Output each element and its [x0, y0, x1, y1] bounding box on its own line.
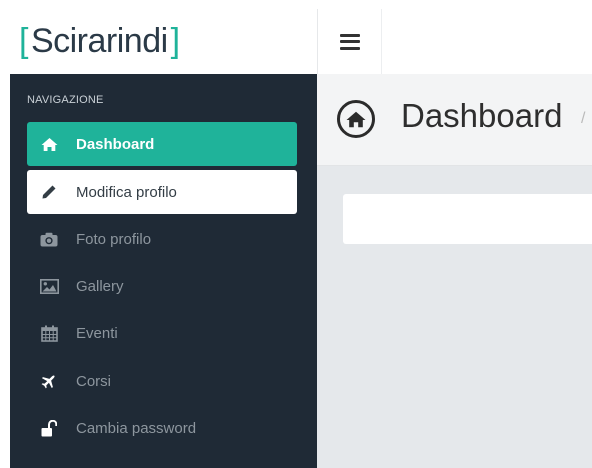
plane-icon — [39, 371, 59, 391]
unlock-icon — [39, 418, 59, 438]
brand-logo[interactable]: [ Scirarindi ] — [10, 9, 317, 74]
calendar-icon — [39, 323, 59, 343]
sidebar-item-label: Corsi — [76, 372, 112, 390]
main-content: Dashboard / — [317, 74, 592, 468]
sidebar-item-foto-profilo[interactable]: Foto profilo — [27, 217, 297, 261]
content-panel — [343, 194, 592, 244]
sidebar-heading: NAVIGAZIONE — [27, 94, 104, 106]
sidebar-item-corsi[interactable]: Corsi — [27, 359, 297, 403]
sidebar-item-label: Dashboard — [76, 135, 155, 153]
dashboard-home-icon — [337, 100, 375, 138]
sidebar-item-eventi[interactable]: Eventi — [27, 311, 297, 355]
camera-icon — [39, 229, 59, 249]
page-header: Dashboard / — [317, 74, 592, 166]
sidebar-item-label: Gallery — [76, 277, 124, 295]
brand-open-bracket: [ — [19, 22, 28, 60]
breadcrumb-separator: / — [581, 110, 586, 127]
top-navbar — [317, 9, 592, 74]
brand-close-bracket: ] — [170, 22, 180, 60]
pencil-icon — [39, 182, 59, 202]
menu-toggle-button[interactable] — [318, 9, 382, 74]
sidebar: NAVIGAZIONE Dashboard Modifica profilo F… — [10, 74, 317, 468]
sidebar-item-modifica-profilo[interactable]: Modifica profilo — [27, 170, 297, 214]
picture-icon — [39, 276, 59, 296]
top-strip — [0, 0, 592, 8]
home-icon — [39, 134, 59, 154]
page-title: Dashboard — [401, 97, 563, 134]
sidebar-item-label: Modifica profilo — [76, 183, 177, 201]
sidebar-item-label: Eventi — [76, 324, 118, 342]
sidebar-item-cambia-password[interactable]: Cambia password — [27, 406, 297, 450]
sidebar-item-gallery[interactable]: Gallery — [27, 264, 297, 308]
sidebar-item-label: Cambia password — [76, 419, 197, 437]
sidebar-item-label: Foto profilo — [76, 230, 152, 248]
hamburger-icon — [339, 33, 360, 50]
brand-name: Scirarindi — [30, 22, 168, 60]
sidebar-item-dashboard[interactable]: Dashboard — [27, 122, 297, 166]
